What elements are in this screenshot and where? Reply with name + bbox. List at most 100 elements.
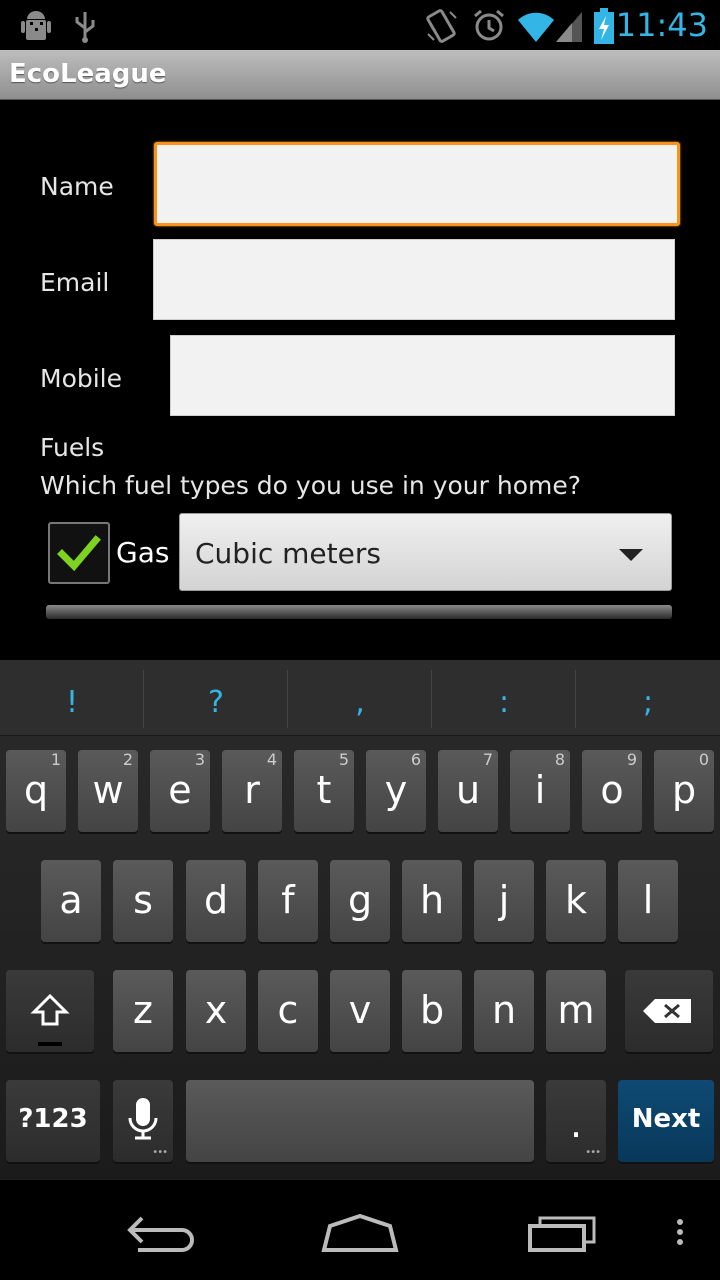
key-o[interactable]: o9 [582, 750, 642, 832]
key-label: q [23, 768, 49, 812]
navigation-bar [0, 1180, 720, 1280]
key-e[interactable]: e3 [150, 750, 210, 832]
key-x[interactable]: x [186, 970, 246, 1052]
clock: 11:43 [615, 6, 708, 44]
key-label: j [498, 878, 510, 922]
key-hint: 8 [554, 750, 565, 769]
key-hint: 9 [626, 750, 637, 769]
recent-apps-icon[interactable] [522, 1200, 606, 1260]
shift-key[interactable] [6, 970, 94, 1052]
key-label: i [534, 768, 546, 812]
symbols-key[interactable]: ?123 [6, 1080, 100, 1162]
dropdown-arrow-icon [619, 549, 643, 561]
key-label: e [168, 768, 192, 812]
key-u[interactable]: u7 [438, 750, 498, 832]
key-w[interactable]: w2 [78, 750, 138, 832]
gas-unit-value: Cubic meters [195, 537, 381, 570]
key-label: u [455, 768, 481, 812]
key-hint: 1 [50, 750, 61, 769]
key-label: k [564, 878, 587, 922]
key-b[interactable]: b [402, 970, 462, 1052]
key-label: g [347, 878, 373, 922]
gas-unit-dropdown[interactable]: Cubic meters [179, 513, 672, 591]
back-icon[interactable] [118, 1200, 202, 1260]
key-hint: 6 [410, 750, 421, 769]
symbols-label: ?123 [18, 1104, 88, 1134]
key-hint: 3 [194, 750, 205, 769]
name-field[interactable] [154, 142, 680, 226]
key-q[interactable]: q1 [6, 750, 66, 832]
key-label: p [671, 768, 697, 812]
key-f[interactable]: f [258, 860, 318, 942]
key-label: r [244, 768, 260, 812]
key-label: l [642, 878, 654, 922]
android-debug-icon [21, 11, 51, 40]
suggestion-exclamation[interactable]: ! [0, 660, 144, 736]
overflow-menu-icon[interactable] [670, 1200, 690, 1260]
mobile-label: Mobile [40, 364, 123, 393]
email-field[interactable] [153, 239, 675, 320]
next-key[interactable]: Next [618, 1080, 714, 1162]
key-l[interactable]: l [618, 860, 678, 942]
voice-input-key[interactable]: ••• [113, 1080, 173, 1162]
key-label: h [419, 878, 445, 922]
backspace-icon [643, 999, 691, 1023]
soft-keyboard: ! ? , : ; q1 w2 e3 r4 t5 y6 u7 i8 o9 p0 … [0, 660, 720, 1180]
key-j[interactable]: j [474, 860, 534, 942]
key-label: n [491, 988, 517, 1032]
next-label: Next [631, 1104, 701, 1134]
key-hint: 7 [482, 750, 493, 769]
key-label: z [133, 988, 153, 1032]
gas-label[interactable]: Gas [116, 536, 169, 569]
key-hint: 5 [338, 750, 349, 769]
next-dropdown-partial[interactable] [46, 605, 672, 619]
key-z[interactable]: z [113, 970, 173, 1052]
key-t[interactable]: t5 [294, 750, 354, 832]
suggestion-colon[interactable]: : [432, 660, 576, 736]
status-bar: 11:43 [0, 0, 720, 50]
period-label: . [569, 1102, 583, 1146]
space-key[interactable] [186, 1080, 534, 1162]
suggestion-semicolon[interactable]: ; [576, 660, 720, 736]
backspace-key[interactable] [625, 970, 713, 1052]
key-g[interactable]: g [330, 860, 390, 942]
key-label: x [204, 988, 228, 1032]
key-label: c [277, 988, 299, 1032]
suggestion-question[interactable]: ? [144, 660, 288, 736]
key-d[interactable]: d [186, 860, 246, 942]
key-m[interactable]: m [546, 970, 606, 1052]
key-p[interactable]: p0 [654, 750, 714, 832]
more-indicator-icon: ••• [585, 1147, 601, 1158]
wifi-icon [518, 12, 554, 43]
key-a[interactable]: a [41, 860, 101, 942]
key-label: d [203, 878, 229, 922]
key-label: b [419, 988, 445, 1032]
key-c[interactable]: c [258, 970, 318, 1052]
key-i[interactable]: i8 [510, 750, 570, 832]
suggestion-strip: ! ? , : ; [0, 660, 720, 736]
key-n[interactable]: n [474, 970, 534, 1052]
shift-icon [30, 993, 70, 1046]
key-y[interactable]: y6 [366, 750, 426, 832]
usb-icon [75, 12, 95, 43]
period-key[interactable]: . ••• [546, 1080, 606, 1162]
key-r[interactable]: r4 [222, 750, 282, 832]
home-icon[interactable] [318, 1200, 402, 1260]
more-indicator-icon: ••• [152, 1147, 168, 1158]
key-label: a [59, 878, 83, 922]
suggestion-comma[interactable]: , [288, 660, 432, 736]
key-hint: 2 [122, 750, 133, 769]
gas-checkbox[interactable] [48, 522, 110, 584]
key-label: t [316, 768, 332, 812]
vibrate-icon [426, 9, 457, 43]
key-label: y [384, 768, 408, 812]
fuels-question: Which fuel types do you use in your home… [40, 471, 582, 500]
key-s[interactable]: s [113, 860, 173, 942]
key-v[interactable]: v [330, 970, 390, 1052]
key-h[interactable]: h [402, 860, 462, 942]
checkmark-icon [57, 535, 101, 572]
mobile-field[interactable] [170, 335, 675, 416]
key-k[interactable]: k [546, 860, 606, 942]
battery-charging-icon [594, 8, 614, 44]
key-hint: 4 [266, 750, 277, 769]
